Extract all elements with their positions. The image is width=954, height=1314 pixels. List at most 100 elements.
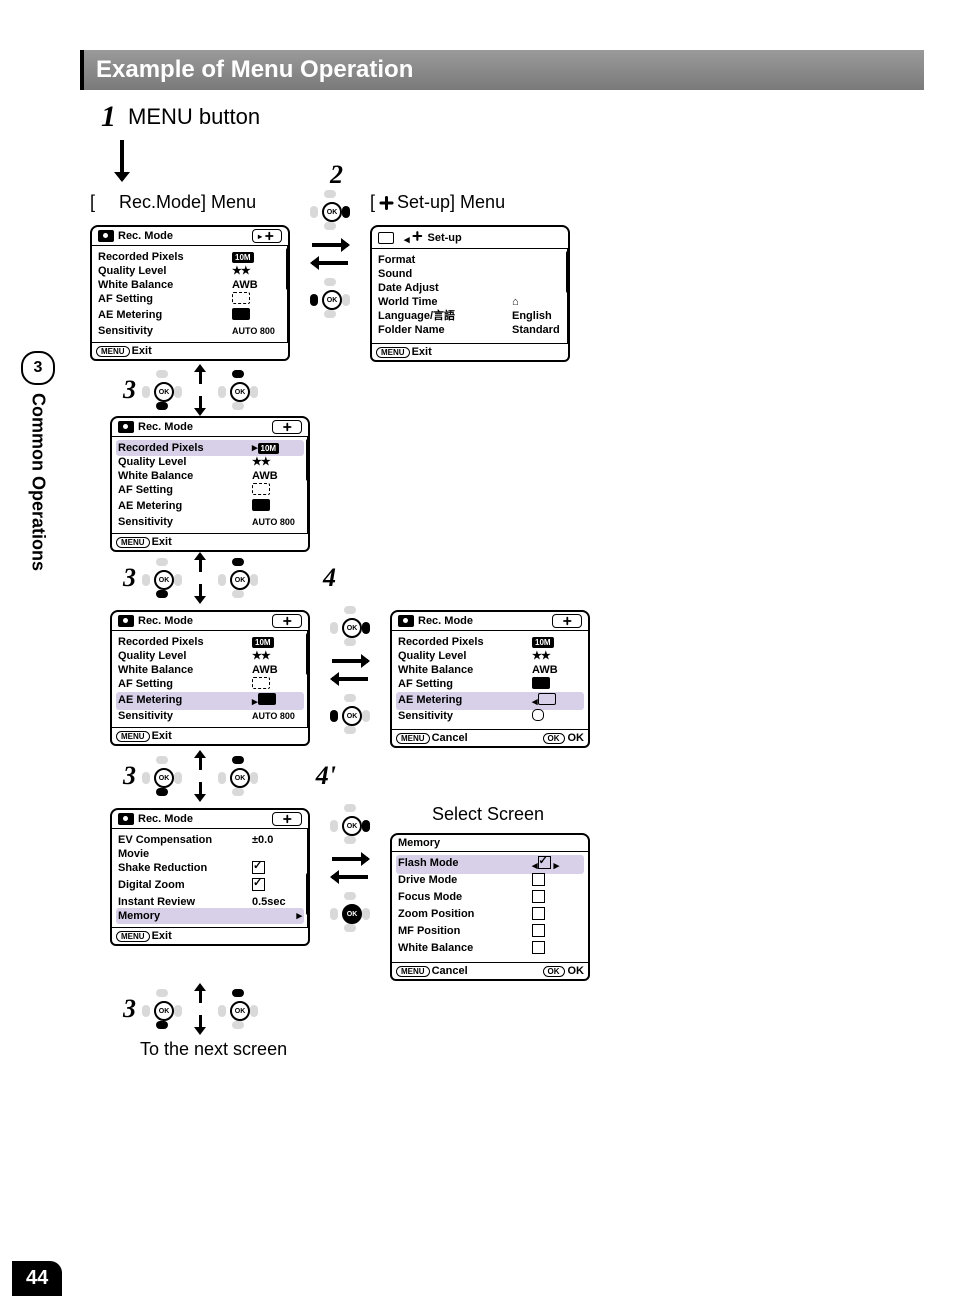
menu-button-label: MENU <box>116 731 150 742</box>
row-val: ▸ <box>252 909 302 923</box>
menu-button-label: MENU <box>116 537 150 548</box>
four-way-controller[interactable]: OK <box>142 558 182 598</box>
rec-mode-menu-2: Rec. Mode Recorded Pixels▸10M Quality Le… <box>110 416 310 552</box>
four-way-controller[interactable]: OK <box>310 278 350 318</box>
row-val <box>532 907 582 924</box>
step-3-number: 3 <box>110 994 136 1024</box>
ok-label: OK <box>568 965 585 977</box>
row-val: 10M <box>532 637 554 648</box>
row-val <box>532 924 582 941</box>
row-label: White Balance <box>118 469 252 483</box>
tools-icon <box>379 196 393 210</box>
row-label: AF Setting <box>98 292 232 308</box>
row-label: Language/言語 <box>378 309 512 323</box>
four-way-controller[interactable]: OK <box>218 989 258 1029</box>
four-way-controller[interactable]: OK <box>218 370 258 410</box>
row-label: Drive Mode <box>398 873 532 890</box>
row-val: ◂ <box>532 693 582 709</box>
cancel-label: Cancel <box>432 732 468 744</box>
memory-select-menu: Memory Flash Mode◂ ▸ Drive Mode Focus Mo… <box>390 833 590 981</box>
row-label: Quality Level <box>98 264 232 278</box>
camera-icon <box>118 615 134 627</box>
four-way-controller[interactable]: OK <box>330 606 370 646</box>
step-3-number: 3 <box>110 563 136 593</box>
four-way-controller[interactable]: OK <box>330 804 370 844</box>
four-way-controller[interactable]: OK <box>142 370 182 410</box>
row-label: Recorded Pixels <box>98 250 232 264</box>
exit-label: Exit <box>152 930 172 942</box>
row-label: Recorded Pixels <box>118 441 252 455</box>
row-label: Date Adjust <box>378 281 562 295</box>
row-label: White Balance <box>98 278 232 292</box>
four-way-controller[interactable]: OK <box>218 558 258 598</box>
camera-icon <box>118 813 134 825</box>
row-val: ▸ <box>252 693 302 709</box>
row-label: Instant Review <box>118 895 252 909</box>
four-way-controller[interactable]: OK <box>142 756 182 796</box>
row-val: 10M <box>232 252 254 263</box>
row-label: Quality Level <box>118 455 252 469</box>
step-3-number: 3 <box>110 761 136 791</box>
rec-mode-menu-text: Rec.Mode] Menu <box>119 192 256 213</box>
row-label: White Balance <box>398 941 532 958</box>
row-val <box>532 941 582 958</box>
row-val <box>532 677 582 693</box>
four-way-controller[interactable]: OK <box>330 694 370 734</box>
rec-mode-menu-page2: Rec. Mode EV Compensation±0.0 Movie Shak… <box>110 808 310 946</box>
row-val <box>532 873 582 890</box>
row-val: AWB <box>252 469 302 483</box>
setup-menu: ◂ Set-up Format Sound Date Adjust World … <box>370 225 570 362</box>
row-val: ★★ <box>252 455 302 469</box>
exit-label: Exit <box>152 536 172 548</box>
row-label: Focus Mode <box>398 890 532 907</box>
exit-label: Exit <box>152 730 172 742</box>
row-label: Memory <box>118 909 252 923</box>
four-way-controller[interactable]: OK <box>142 989 182 1029</box>
camera-icon <box>98 230 114 242</box>
row-label: World Time <box>378 295 512 309</box>
row-val <box>532 890 582 907</box>
menu-button-label: MENU <box>116 931 150 942</box>
four-way-controller[interactable]: OK <box>218 756 258 796</box>
menu-title-text: Rec. Mode <box>138 421 193 433</box>
menu-title-text: Rec. Mode <box>138 813 193 825</box>
camera-icon <box>378 232 394 244</box>
row-val <box>252 878 302 895</box>
step-3-number: 3 <box>110 375 136 405</box>
menu-title-text: Set-up <box>428 232 462 244</box>
row-label: AE Metering <box>398 693 532 709</box>
rec-mode-menu-1: Rec. Mode ▸ Recorded Pixels10M Quality L… <box>90 225 290 361</box>
row-label: Folder Name <box>378 323 512 337</box>
tools-icon <box>412 231 422 241</box>
row-label: AF Setting <box>118 483 252 499</box>
row-val <box>232 308 282 324</box>
row-label: AE Metering <box>118 499 252 515</box>
horizontal-arrows-icon <box>330 652 370 688</box>
four-way-controller-ok[interactable]: OK <box>330 892 370 932</box>
setup-tab-icon <box>272 812 302 826</box>
four-way-controller[interactable]: OK <box>310 190 350 230</box>
menu-title-text: Rec. Mode <box>418 615 473 627</box>
menu-button-label: MENU <box>376 347 410 358</box>
step-4prime-number: 4' <box>310 761 336 791</box>
row-val: AUTO 800 <box>252 515 302 529</box>
vertical-arrows-icon <box>188 754 212 798</box>
vertical-arrows-icon <box>188 368 212 412</box>
row-label: AE Metering <box>118 693 252 709</box>
row-val: 10M <box>258 443 280 454</box>
row-label: EV Compensation <box>118 833 252 847</box>
step-1-number: 1 <box>90 100 116 134</box>
menu-title-text: Rec. Mode <box>138 615 193 627</box>
setup-tab-icon <box>272 420 302 434</box>
row-val: 0.5sec <box>252 895 302 909</box>
row-label: Movie <box>118 847 302 861</box>
row-val: AWB <box>232 278 282 292</box>
exit-label: Exit <box>412 346 432 358</box>
row-val: ★★ <box>232 264 282 278</box>
camera-icon <box>398 615 414 627</box>
row-label: AE Metering <box>98 308 232 324</box>
row-label: Sensitivity <box>118 515 252 529</box>
rec-mode-menu-3: Rec. Mode Recorded Pixels10M Quality Lev… <box>110 610 310 746</box>
menu-title-text: Rec. Mode <box>118 230 173 242</box>
to-next-screen-text: To the next screen <box>140 1039 924 1060</box>
